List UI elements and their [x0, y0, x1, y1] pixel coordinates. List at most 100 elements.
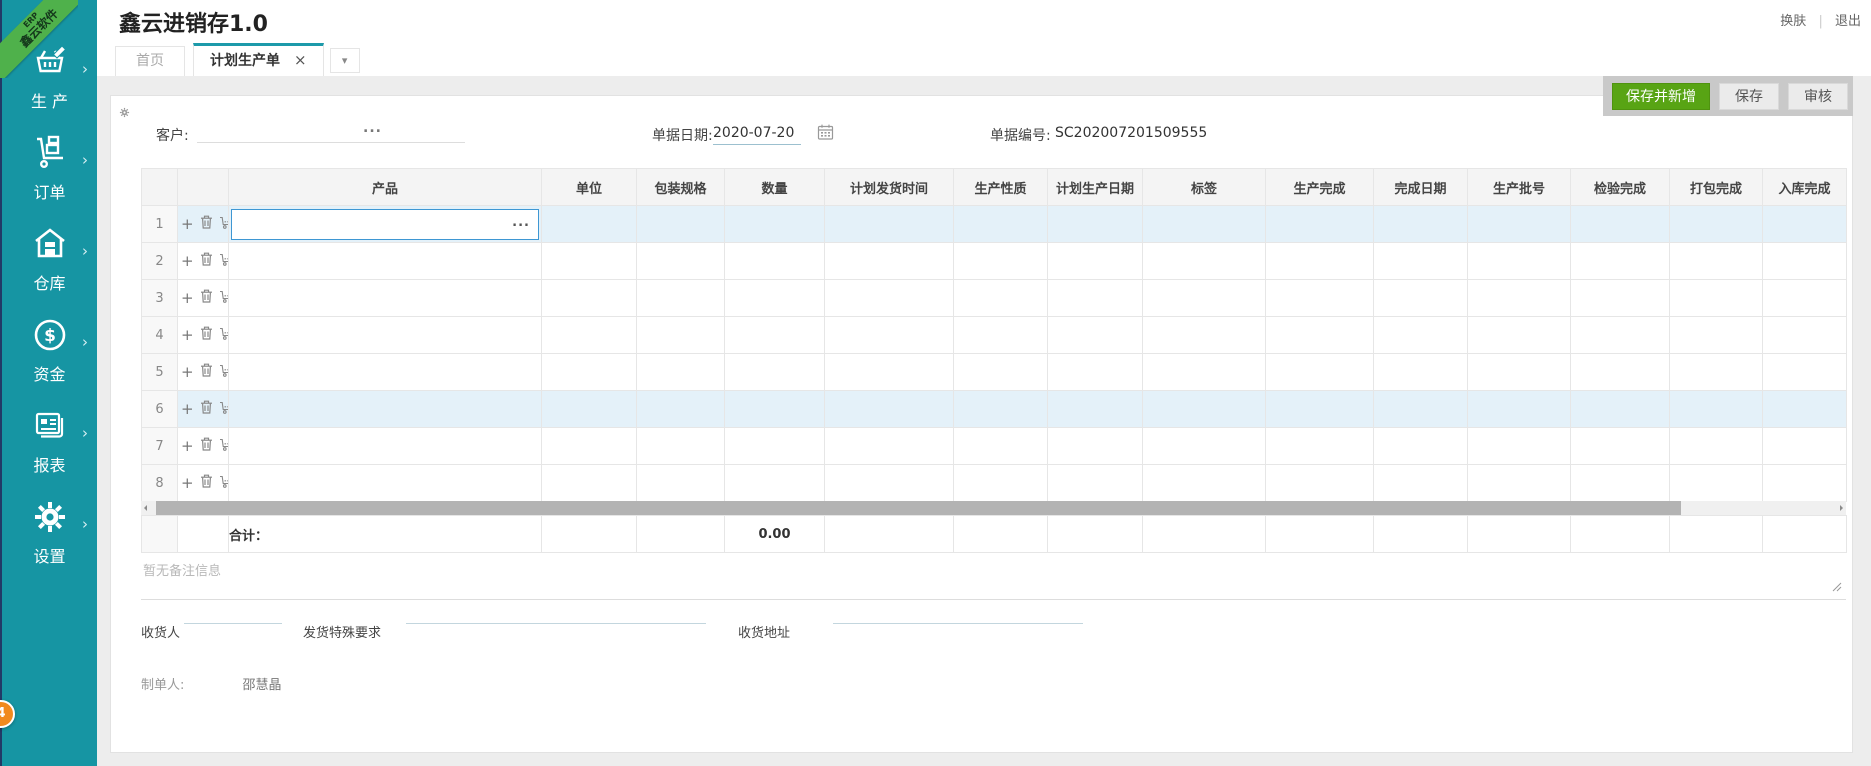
audit-button[interactable]: 审核	[1788, 83, 1848, 110]
grid-cell[interactable]	[1143, 465, 1266, 502]
grid-cell[interactable]	[1763, 391, 1847, 428]
grid-cell[interactable]	[954, 206, 1048, 243]
trash-icon[interactable]	[200, 437, 213, 455]
scrollbar-thumb[interactable]	[156, 501, 1681, 515]
grid-cell[interactable]	[1468, 391, 1571, 428]
grid-cell[interactable]	[637, 391, 725, 428]
grid-cell[interactable]	[725, 206, 825, 243]
grid-cell[interactable]	[1571, 317, 1670, 354]
cart-icon[interactable]	[219, 438, 229, 455]
grid-cell[interactable]	[954, 280, 1048, 317]
horizontal-scrollbar[interactable]	[141, 501, 1846, 515]
grid-cell[interactable]	[1266, 428, 1374, 465]
grid-cell[interactable]	[1468, 280, 1571, 317]
grid-cell[interactable]	[1468, 465, 1571, 502]
grid-cell[interactable]	[1571, 465, 1670, 502]
grid-cell[interactable]	[637, 206, 725, 243]
grid-cell[interactable]	[1048, 206, 1143, 243]
scroll-left-arrow[interactable]	[141, 501, 155, 515]
grid-cell[interactable]	[1048, 317, 1143, 354]
grid-cell[interactable]	[1266, 354, 1374, 391]
plus-icon[interactable]	[181, 252, 194, 270]
cart-icon[interactable]	[219, 364, 229, 381]
grid-cell[interactable]	[1670, 354, 1763, 391]
grid-cell[interactable]	[229, 465, 542, 502]
trash-icon[interactable]	[200, 252, 213, 270]
grid-cell[interactable]	[542, 354, 637, 391]
customer-picker-button[interactable]: ...	[363, 120, 382, 136]
grid-cell[interactable]	[1571, 280, 1670, 317]
cart-icon[interactable]	[219, 290, 229, 307]
grid-cell[interactable]	[637, 465, 725, 502]
grid-cell[interactable]	[1763, 465, 1847, 502]
grid-cell[interactable]	[725, 243, 825, 280]
calendar-icon[interactable]	[817, 124, 834, 144]
grid-cell[interactable]	[637, 280, 725, 317]
sidebar-item-3[interactable]: ›仓库	[2, 226, 97, 317]
grid-cell[interactable]	[1266, 465, 1374, 502]
grid-cell[interactable]	[229, 317, 542, 354]
grid-cell[interactable]	[1143, 243, 1266, 280]
grid-cell[interactable]	[1763, 280, 1847, 317]
grid-cell[interactable]	[1374, 354, 1468, 391]
grid-cell[interactable]	[954, 317, 1048, 354]
grid-cell[interactable]	[1571, 206, 1670, 243]
grid-cell[interactable]	[637, 354, 725, 391]
grid-cell[interactable]	[1048, 391, 1143, 428]
special-requirements-input[interactable]	[406, 606, 706, 624]
grid-cell[interactable]	[825, 354, 954, 391]
grid-cell[interactable]	[1571, 243, 1670, 280]
grid-cell[interactable]	[1143, 354, 1266, 391]
trash-icon[interactable]	[200, 363, 213, 381]
grid-cell[interactable]	[1266, 243, 1374, 280]
address-input[interactable]	[833, 606, 1083, 624]
cart-icon[interactable]	[219, 253, 229, 270]
grid-cell[interactable]	[1670, 206, 1763, 243]
grid-cell[interactable]	[825, 391, 954, 428]
grid-cell[interactable]	[1266, 391, 1374, 428]
cart-icon[interactable]	[219, 216, 229, 233]
plus-icon[interactable]	[181, 474, 194, 492]
gear-icon[interactable]	[119, 103, 130, 114]
date-input[interactable]: 2020-07-20	[713, 125, 801, 145]
sidebar-item-6[interactable]: ›设置	[2, 499, 97, 590]
grid-cell[interactable]	[1143, 391, 1266, 428]
tab-dropdown-button[interactable]	[330, 48, 360, 73]
trash-icon[interactable]	[200, 326, 213, 344]
grid-cell[interactable]	[954, 354, 1048, 391]
grid-cell[interactable]	[954, 428, 1048, 465]
trash-icon[interactable]	[200, 400, 213, 418]
customer-input[interactable]	[197, 122, 465, 143]
scroll-right-arrow[interactable]	[1832, 501, 1846, 515]
grid-cell[interactable]	[1048, 243, 1143, 280]
grid-cell[interactable]	[1468, 317, 1571, 354]
grid-cell[interactable]	[1048, 354, 1143, 391]
grid-cell[interactable]	[1048, 280, 1143, 317]
grid-cell[interactable]	[1048, 428, 1143, 465]
grid-cell[interactable]	[1468, 243, 1571, 280]
close-icon[interactable]	[294, 51, 307, 69]
tab-plan-production-order[interactable]: 计划生产单	[193, 43, 324, 76]
grid-cell[interactable]	[725, 354, 825, 391]
grid-cell[interactable]	[1143, 206, 1266, 243]
grid-cell[interactable]	[1571, 428, 1670, 465]
grid-cell[interactable]	[825, 243, 954, 280]
tab-home[interactable]: 首页	[115, 46, 185, 76]
grid-cell[interactable]	[1468, 206, 1571, 243]
plus-icon[interactable]	[181, 289, 194, 307]
grid-cell[interactable]	[1571, 391, 1670, 428]
grid-cell[interactable]	[542, 206, 637, 243]
grid-cell[interactable]	[725, 465, 825, 502]
sidebar-item-2[interactable]: ›订单	[2, 135, 97, 226]
grid-cell[interactable]	[1143, 428, 1266, 465]
grid-cell[interactable]	[1266, 317, 1374, 354]
grid-cell[interactable]	[229, 391, 542, 428]
grid-cell[interactable]	[825, 317, 954, 354]
cart-icon[interactable]	[219, 327, 229, 344]
grid-cell[interactable]	[954, 391, 1048, 428]
grid-cell[interactable]	[1670, 391, 1763, 428]
plus-icon[interactable]	[181, 215, 194, 233]
product-picker-button[interactable]: ...	[512, 215, 530, 230]
grid-cell[interactable]	[1374, 206, 1468, 243]
cart-icon[interactable]	[219, 401, 229, 418]
